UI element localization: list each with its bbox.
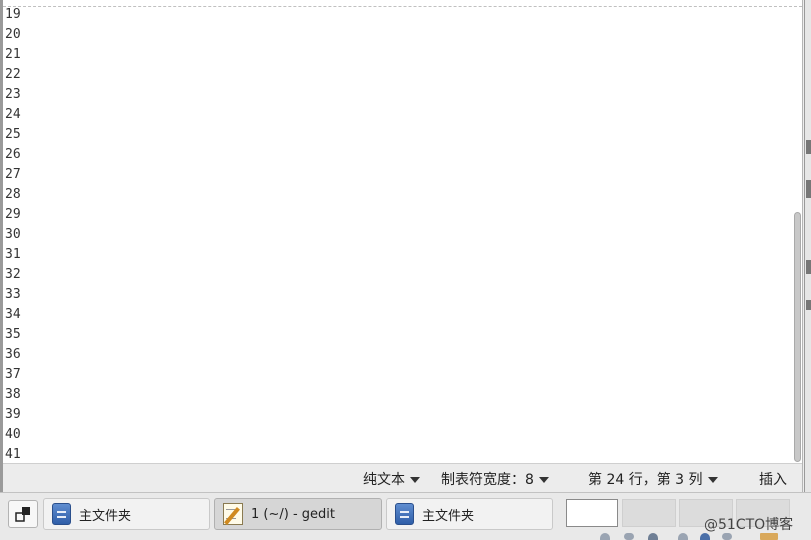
line-number: 40 bbox=[5, 427, 21, 442]
line-number: 39 bbox=[5, 407, 21, 422]
status-bar: 纯文本 制表符宽度：8 第 24 行，第 3 列 插入 bbox=[3, 463, 802, 492]
task-button-gedit[interactable]: 1 (~/) - gedit bbox=[214, 498, 382, 530]
line-number: 31 bbox=[5, 247, 21, 262]
scrollbar-thumb[interactable] bbox=[794, 212, 801, 462]
line-number: 37 bbox=[5, 367, 21, 382]
chevron-down-icon bbox=[410, 477, 420, 483]
line-number: 41 bbox=[5, 447, 21, 462]
line-number: 36 bbox=[5, 347, 21, 362]
tray-icon[interactable] bbox=[760, 533, 778, 540]
line-number: 23 bbox=[5, 87, 21, 102]
background-window-mark bbox=[806, 300, 811, 310]
text-editor-area[interactable] bbox=[33, 7, 788, 463]
workspace-1[interactable] bbox=[566, 499, 618, 527]
cursor-position-selector[interactable]: 第 24 行，第 3 列 bbox=[588, 469, 718, 489]
task-button-home-folder-2[interactable]: 主文件夹 bbox=[386, 498, 553, 530]
top-border bbox=[3, 0, 802, 7]
chevron-down-icon bbox=[538, 477, 549, 483]
show-desktop-button[interactable] bbox=[8, 500, 38, 528]
insert-mode-indicator: 插入 bbox=[759, 469, 787, 489]
tab-width-selector[interactable]: 制表符宽度：8 bbox=[441, 469, 549, 489]
folder-icon bbox=[52, 503, 71, 525]
watermark: @51CTO博客 bbox=[704, 517, 794, 533]
tray-icon[interactable] bbox=[624, 533, 634, 540]
insert-mode-label: 插入 bbox=[759, 472, 787, 488]
task-label: 主文件夹 bbox=[79, 508, 132, 524]
line-number: 25 bbox=[5, 127, 21, 142]
show-desktop-icon bbox=[15, 507, 30, 522]
line-number: 24 bbox=[5, 107, 21, 122]
cursor-position-label: 第 24 行，第 3 列 bbox=[588, 472, 703, 488]
background-window-edge bbox=[804, 0, 811, 495]
line-number: 26 bbox=[5, 147, 21, 162]
tray-icon[interactable] bbox=[600, 533, 610, 540]
line-number: 33 bbox=[5, 287, 21, 302]
line-number: 21 bbox=[5, 47, 21, 62]
gedit-icon bbox=[223, 503, 243, 525]
task-button-home-folder[interactable]: 主文件夹 bbox=[43, 498, 210, 530]
line-number: 38 bbox=[5, 387, 21, 402]
language-label: 纯文本 bbox=[363, 472, 405, 488]
tab-width-label: 制表符宽度：8 bbox=[441, 472, 534, 488]
line-number: 29 bbox=[5, 207, 21, 222]
line-number: 27 bbox=[5, 167, 21, 182]
line-number: 20 bbox=[5, 27, 21, 42]
line-number: 32 bbox=[5, 267, 21, 282]
task-label: 1 (~/) - gedit bbox=[251, 506, 335, 522]
line-number-gutter: 19 20 21 22 23 24 25 26 27 28 29 30 31 32 33 34 35 36 37 38… bbox=[3, 5, 33, 465]
line-number: 19 bbox=[5, 7, 21, 22]
chevron-down-icon bbox=[707, 477, 718, 483]
folder-icon bbox=[395, 503, 414, 525]
tray-icon[interactable] bbox=[648, 533, 658, 540]
workspace-2[interactable] bbox=[622, 499, 676, 527]
line-number: 30 bbox=[5, 227, 21, 242]
background-window-mark bbox=[806, 180, 811, 198]
tray-icon[interactable] bbox=[678, 533, 688, 540]
background-window-mark bbox=[806, 140, 811, 154]
language-selector[interactable]: 纯文本 bbox=[363, 469, 420, 489]
system-tray bbox=[590, 533, 790, 540]
background-window-mark bbox=[806, 260, 811, 274]
tray-icon[interactable] bbox=[700, 533, 710, 540]
line-number: 22 bbox=[5, 67, 21, 82]
task-label: 主文件夹 bbox=[422, 508, 475, 524]
tray-icon[interactable] bbox=[722, 533, 732, 540]
line-number: 34 bbox=[5, 307, 21, 322]
gedit-window: 19 20 21 22 23 24 25 26 27 28 29 30 31 32 33 34 35 36 37 38… bbox=[0, 0, 803, 492]
line-number: 35 bbox=[5, 327, 21, 342]
vertical-scrollbar[interactable] bbox=[792, 7, 802, 463]
line-number: 28 bbox=[5, 187, 21, 202]
